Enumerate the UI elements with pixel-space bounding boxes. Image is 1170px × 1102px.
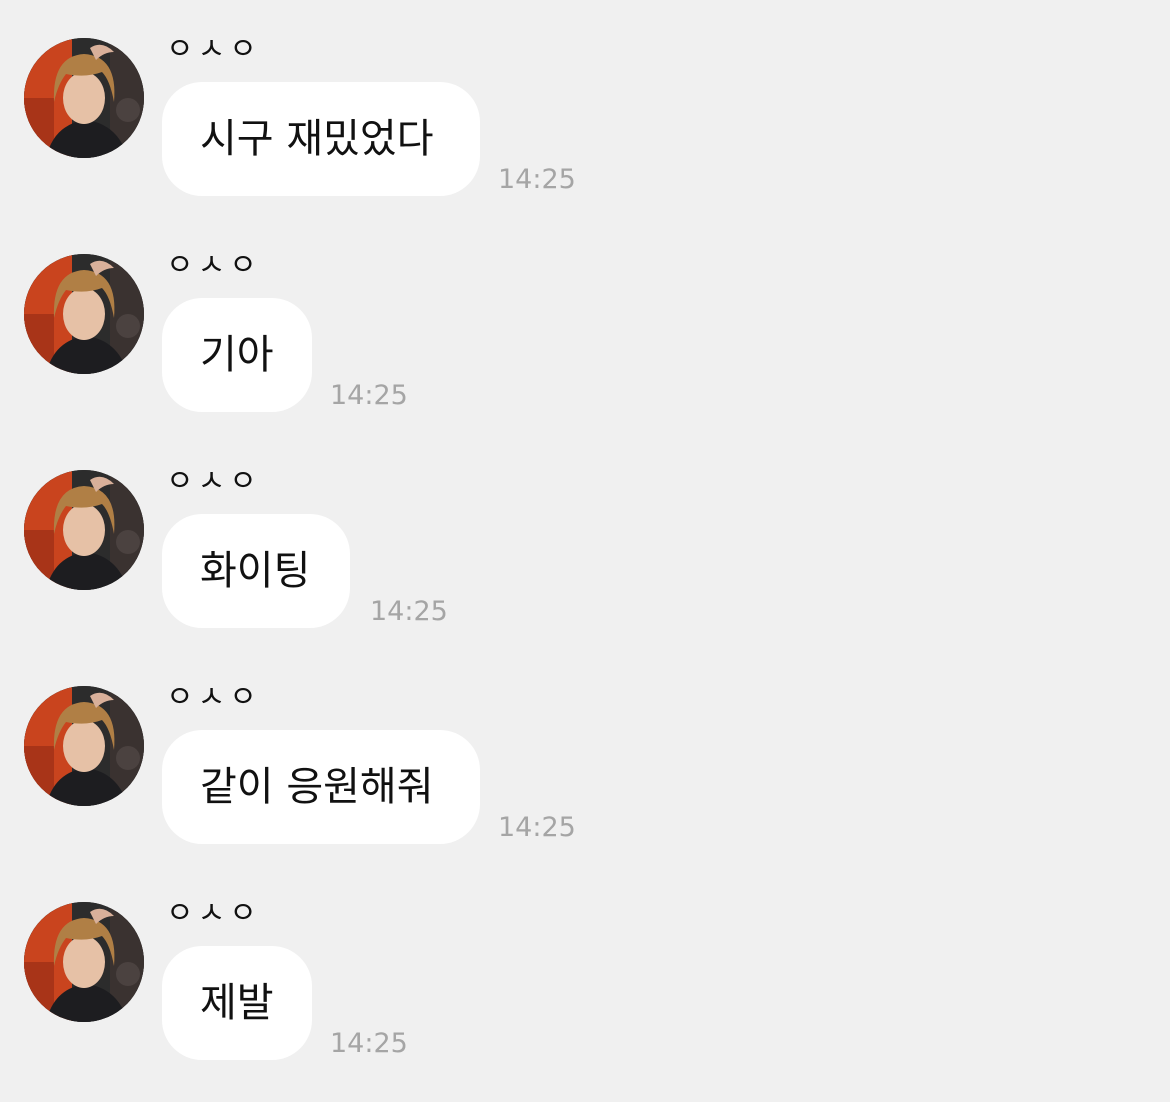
avatar[interactable] (24, 686, 144, 806)
message-row: ㅇㅅㅇ 같이 응원해줘 14:25 (0, 680, 1170, 886)
message-row: ㅇㅅㅇ 시구 재밌었다 14:25 (0, 32, 1170, 238)
avatar[interactable] (24, 254, 144, 374)
avatar-image (24, 902, 144, 1022)
message-bubble[interactable]: 기아 (162, 298, 312, 412)
sender-name: ㅇㅅㅇ (166, 32, 261, 67)
message-bubble[interactable]: 같이 응원해줘 (162, 730, 480, 844)
message-timestamp: 14:25 (498, 164, 576, 195)
message-timestamp: 14:25 (330, 380, 408, 411)
message-timestamp: 14:25 (370, 596, 448, 627)
sender-name: ㅇㅅㅇ (166, 680, 261, 715)
chat-message-list: ㅇㅅㅇ 시구 재밌었다 14:25 ㅇㅅㅇ 기아 14:25 ㅇㅅㅇ 화이팅 1… (0, 0, 1170, 1087)
message-row: ㅇㅅㅇ 제발 14:25 (0, 896, 1170, 1102)
avatar[interactable] (24, 902, 144, 1022)
message-bubble[interactable]: 시구 재밌었다 (162, 82, 480, 196)
message-timestamp: 14:25 (330, 1028, 408, 1059)
sender-name: ㅇㅅㅇ (166, 464, 261, 499)
avatar[interactable] (24, 38, 144, 158)
message-bubble[interactable]: 제발 (162, 946, 312, 1060)
avatar-image (24, 686, 144, 806)
sender-name: ㅇㅅㅇ (166, 248, 261, 283)
avatar-image (24, 254, 144, 374)
avatar-image (24, 470, 144, 590)
message-timestamp: 14:25 (498, 812, 576, 843)
message-row: ㅇㅅㅇ 기아 14:25 (0, 248, 1170, 454)
message-row: ㅇㅅㅇ 화이팅 14:25 (0, 464, 1170, 670)
avatar[interactable] (24, 470, 144, 590)
sender-name: ㅇㅅㅇ (166, 896, 261, 931)
message-bubble[interactable]: 화이팅 (162, 514, 350, 628)
avatar-image (24, 38, 144, 158)
